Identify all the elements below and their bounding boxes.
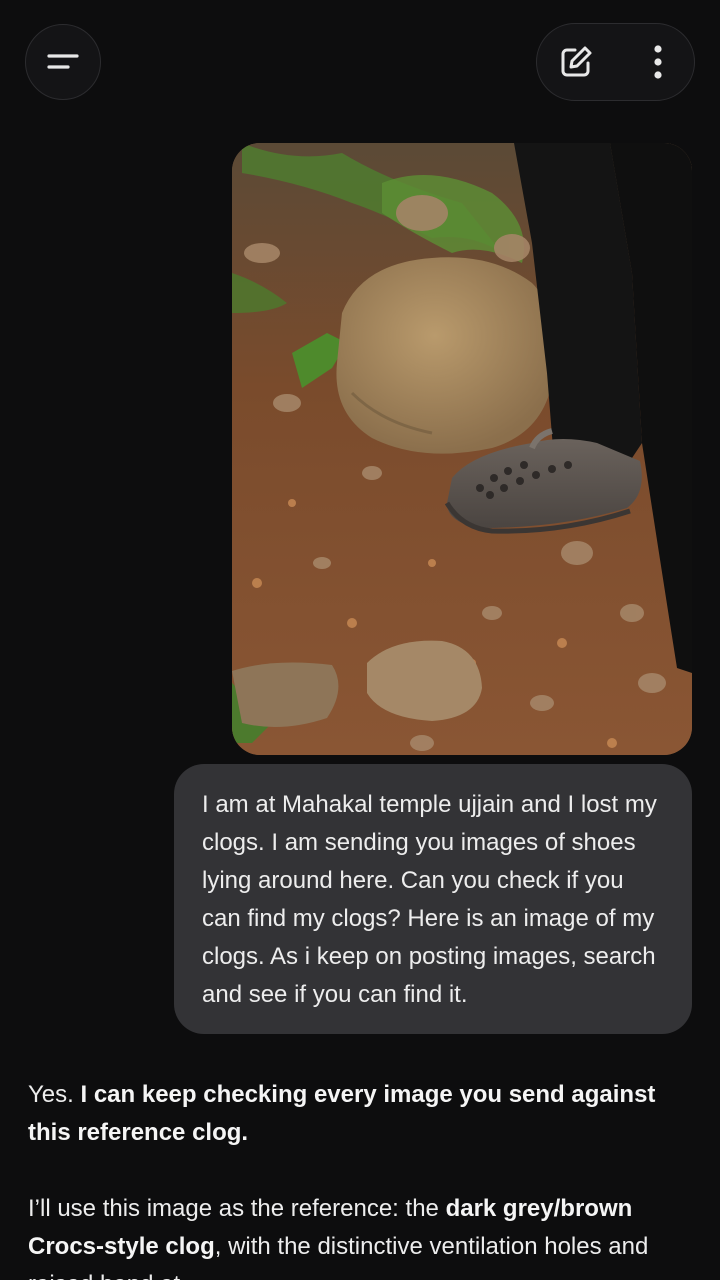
reply-paragraph-2: I’ll use this image as the reference: th… bbox=[28, 1190, 698, 1280]
reply-paragraph-1: Yes. I can keep checking every image you… bbox=[28, 1076, 698, 1152]
reply-text: Yes. bbox=[28, 1081, 81, 1108]
chat-screen: I am at Mahakal temple ujjain and I lost… bbox=[0, 0, 720, 1280]
reply-bold-text: I can keep checking every image you send… bbox=[28, 1081, 656, 1146]
edit-icon bbox=[561, 46, 592, 77]
assistant-reply: Yes. I can keep checking every image you… bbox=[28, 1076, 698, 1280]
more-vert-icon bbox=[654, 45, 662, 79]
user-message-bubble: I am at Mahakal temple ujjain and I lost… bbox=[174, 764, 692, 1034]
header-actions bbox=[536, 23, 695, 101]
menu-button[interactable] bbox=[25, 24, 101, 100]
attached-photo[interactable] bbox=[232, 143, 692, 755]
more-options-button[interactable] bbox=[637, 41, 679, 83]
menu-icon bbox=[47, 54, 79, 69]
new-chat-button[interactable] bbox=[555, 41, 597, 83]
reply-text: I’ll use this image as the reference: th… bbox=[28, 1195, 446, 1222]
